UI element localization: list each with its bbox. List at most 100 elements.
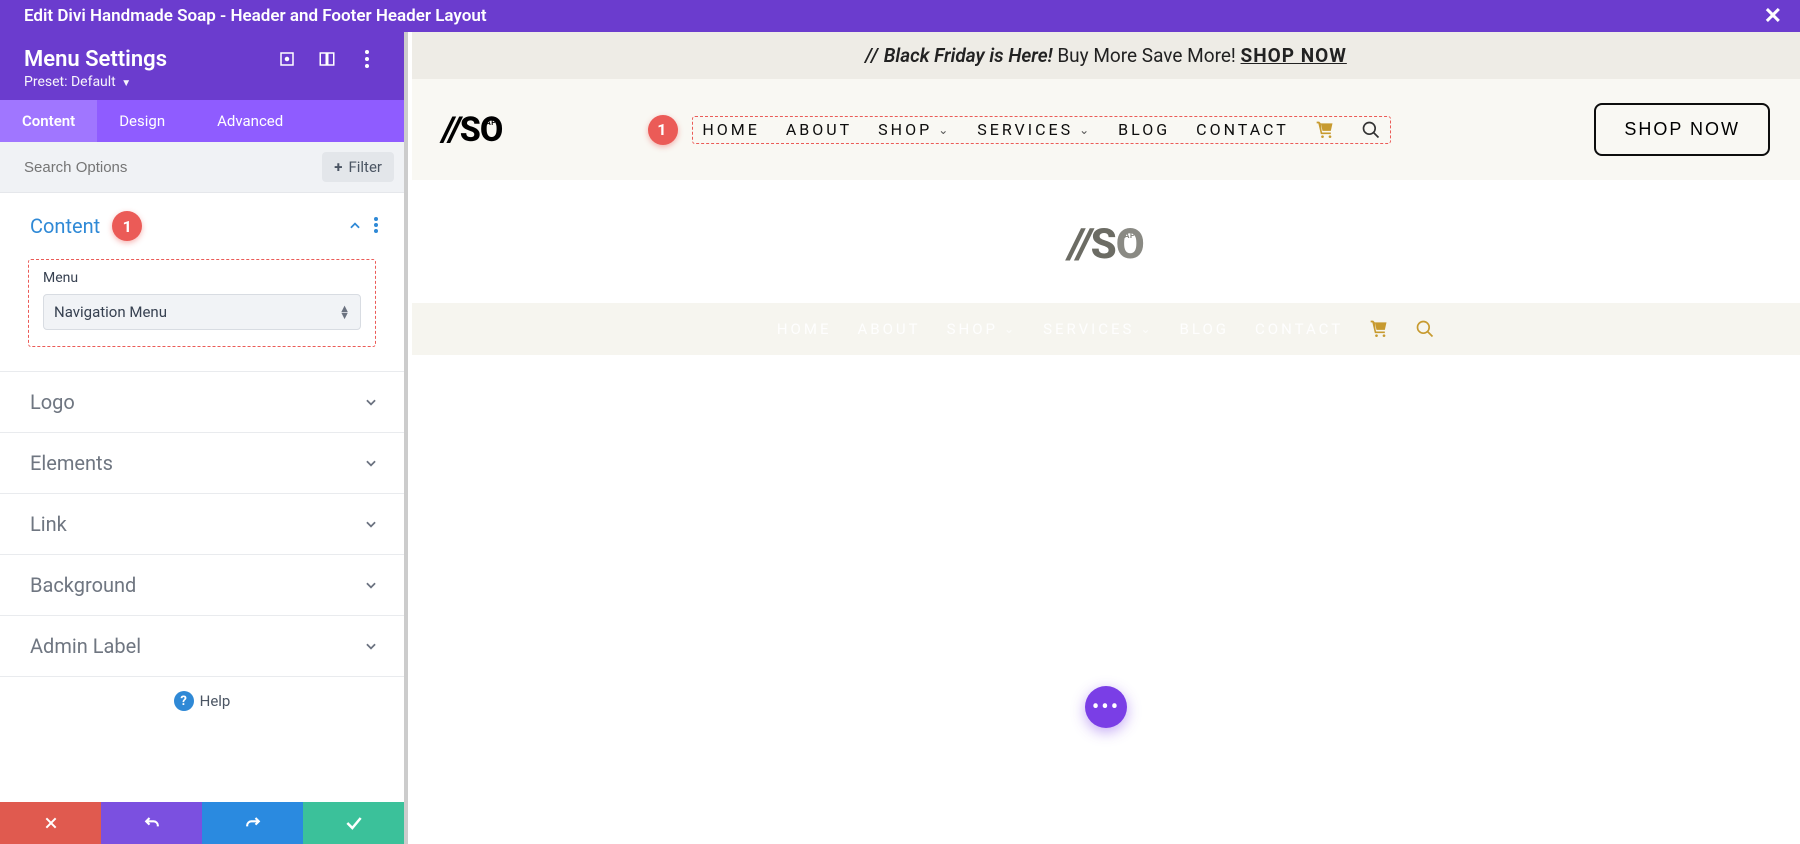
ghost-logo: // S O bbox=[1068, 220, 1143, 269]
tabs: Content Design Advanced bbox=[0, 100, 404, 142]
promo-bar: // Black Friday is Here! Buy More Save M… bbox=[412, 32, 1800, 79]
section-background-toggle[interactable]: Background bbox=[0, 555, 404, 615]
close-icon[interactable]: ✕ bbox=[1758, 4, 1788, 29]
chevron-down-icon bbox=[364, 512, 378, 536]
responsive-preview-icon[interactable] bbox=[274, 46, 300, 72]
promo-lead: Black Friday is Here! bbox=[884, 44, 1053, 67]
help-icon: ? bbox=[174, 691, 194, 711]
chevron-down-icon: ⌄ bbox=[1140, 322, 1153, 336]
preset-label: Preset: Default bbox=[24, 74, 116, 90]
section-content-toggle[interactable]: Content 1 bbox=[0, 193, 404, 259]
ghost-nav: HOME ABOUT SHOP⌄ SERVICES⌄ BLOG CONTACT bbox=[412, 303, 1800, 355]
builder-fab[interactable]: ••• bbox=[1085, 686, 1127, 728]
plus-icon: + bbox=[334, 158, 342, 176]
section-admin-label-title: Admin Label bbox=[30, 634, 364, 658]
step-badge-1: 1 bbox=[112, 211, 142, 241]
site-logo[interactable]: // S O bbox=[442, 110, 502, 150]
help-link[interactable]: ? Help bbox=[0, 677, 404, 719]
panel-heading: Menu Settings bbox=[24, 47, 260, 72]
section-admin-label: Admin Label bbox=[0, 616, 404, 677]
section-admin-label-toggle[interactable]: Admin Label bbox=[0, 616, 404, 676]
help-label: Help bbox=[200, 692, 231, 710]
filter-label: Filter bbox=[348, 158, 382, 176]
ghost-search-icon[interactable] bbox=[1415, 319, 1435, 339]
step-badge-1-preview: 1 bbox=[648, 115, 678, 145]
caret-down-icon: ▼ bbox=[121, 78, 131, 89]
cancel-button[interactable] bbox=[0, 802, 101, 844]
ghost-nav-home[interactable]: HOME bbox=[777, 320, 832, 338]
section-background-title: Background bbox=[30, 573, 364, 597]
select-updown-icon: ▲▼ bbox=[339, 305, 350, 319]
section-logo-title: Logo bbox=[30, 390, 364, 414]
shop-now-button[interactable]: SHOP NOW bbox=[1594, 103, 1770, 156]
columns-icon[interactable] bbox=[314, 46, 340, 72]
section-logo: Logo bbox=[0, 372, 404, 433]
section-link-toggle[interactable]: Link bbox=[0, 494, 404, 554]
section-content: Content 1 Menu Navigation Menu ▲▼ bbox=[0, 193, 404, 372]
nav-item-shop[interactable]: SHOP⌄ bbox=[878, 120, 951, 139]
ghost-logo-s: S bbox=[1091, 220, 1116, 269]
chevron-down-icon bbox=[364, 573, 378, 597]
ghost-header: // S O HOME ABOUT SHOP⌄ SERVICES⌄ BLOG C… bbox=[412, 220, 1800, 355]
tab-advanced[interactable]: Advanced bbox=[187, 100, 313, 142]
panel-body[interactable]: Content 1 Menu Navigation Menu ▲▼ bbox=[0, 193, 404, 802]
menu-select[interactable]: Navigation Menu ▲▼ bbox=[43, 294, 361, 330]
search-icon[interactable] bbox=[1361, 120, 1381, 140]
promo-rest: Buy More Save More! bbox=[1057, 44, 1236, 67]
section-more-icon[interactable] bbox=[374, 214, 378, 238]
logo-s: S bbox=[460, 110, 480, 150]
chevron-down-icon bbox=[364, 634, 378, 658]
ghost-nav-about[interactable]: ABOUT bbox=[857, 320, 920, 338]
preset-dropdown[interactable]: Preset: Default ▼ bbox=[24, 74, 380, 90]
chevron-down-icon: ⌄ bbox=[1079, 123, 1092, 137]
nav-item-home[interactable]: HOME bbox=[702, 120, 759, 139]
section-elements-title: Elements bbox=[30, 451, 364, 475]
tab-design[interactable]: Design bbox=[97, 100, 187, 142]
section-elements-toggle[interactable]: Elements bbox=[0, 433, 404, 493]
nav-item-services[interactable]: SERVICES⌄ bbox=[977, 120, 1092, 139]
section-content-title: Content bbox=[30, 214, 100, 238]
filter-button[interactable]: + Filter bbox=[322, 152, 394, 182]
save-button[interactable] bbox=[303, 802, 404, 844]
chevron-down-icon bbox=[364, 390, 378, 414]
logo-o: O bbox=[480, 110, 502, 150]
menu-field-label: Menu bbox=[43, 270, 361, 286]
ghost-nav-contact[interactable]: CONTACT bbox=[1255, 320, 1343, 338]
preview-canvas: // Black Friday is Here! Buy More Save M… bbox=[412, 32, 1800, 844]
section-link: Link bbox=[0, 494, 404, 555]
nav-item-blog[interactable]: BLOG bbox=[1118, 120, 1170, 139]
more-options-icon[interactable] bbox=[354, 46, 380, 72]
window-titlebar: Edit Divi Handmade Soap - Header and Foo… bbox=[0, 0, 1800, 32]
ghost-nav-services[interactable]: SERVICES⌄ bbox=[1043, 320, 1153, 338]
chevron-up-icon bbox=[348, 214, 362, 238]
panel-footer bbox=[0, 802, 404, 844]
panel-header: Menu Settings Preset: Default ▼ bbox=[0, 32, 404, 100]
search-input[interactable] bbox=[24, 159, 322, 176]
nav-item-contact[interactable]: CONTACT bbox=[1196, 120, 1289, 139]
settings-panel: Menu Settings Preset: Default ▼ Content … bbox=[0, 32, 408, 844]
ghost-logo-slashes: // bbox=[1068, 220, 1090, 269]
promo-cta[interactable]: SHOP NOW bbox=[1241, 44, 1347, 67]
section-elements: Elements bbox=[0, 433, 404, 494]
nav-item-about[interactable]: ABOUT bbox=[786, 120, 852, 139]
menu-field-highlight: Menu Navigation Menu ▲▼ bbox=[28, 259, 376, 347]
logo-slashes: // bbox=[442, 110, 460, 150]
redo-button[interactable] bbox=[202, 802, 303, 844]
chevron-down-icon: ⌄ bbox=[938, 123, 951, 137]
search-bar: + Filter bbox=[0, 142, 404, 193]
chevron-down-icon bbox=[364, 451, 378, 475]
undo-button[interactable] bbox=[101, 802, 202, 844]
section-link-title: Link bbox=[30, 512, 364, 536]
promo-slashes: // bbox=[865, 44, 879, 67]
ghost-cart-icon[interactable] bbox=[1369, 319, 1389, 339]
header-nav: // S O 1 HOME ABOUT SHOP⌄ SERVICES⌄ BLOG… bbox=[412, 79, 1800, 180]
cart-icon[interactable] bbox=[1315, 120, 1335, 140]
chevron-down-icon: ⌄ bbox=[1004, 322, 1017, 336]
section-background: Background bbox=[0, 555, 404, 616]
ghost-nav-shop[interactable]: SHOP⌄ bbox=[947, 320, 1017, 338]
ghost-nav-blog[interactable]: BLOG bbox=[1180, 320, 1230, 338]
section-logo-toggle[interactable]: Logo bbox=[0, 372, 404, 432]
window-title: Edit Divi Handmade Soap - Header and Foo… bbox=[24, 6, 487, 26]
tab-content[interactable]: Content bbox=[0, 100, 97, 142]
ghost-logo-o: O bbox=[1116, 220, 1144, 269]
